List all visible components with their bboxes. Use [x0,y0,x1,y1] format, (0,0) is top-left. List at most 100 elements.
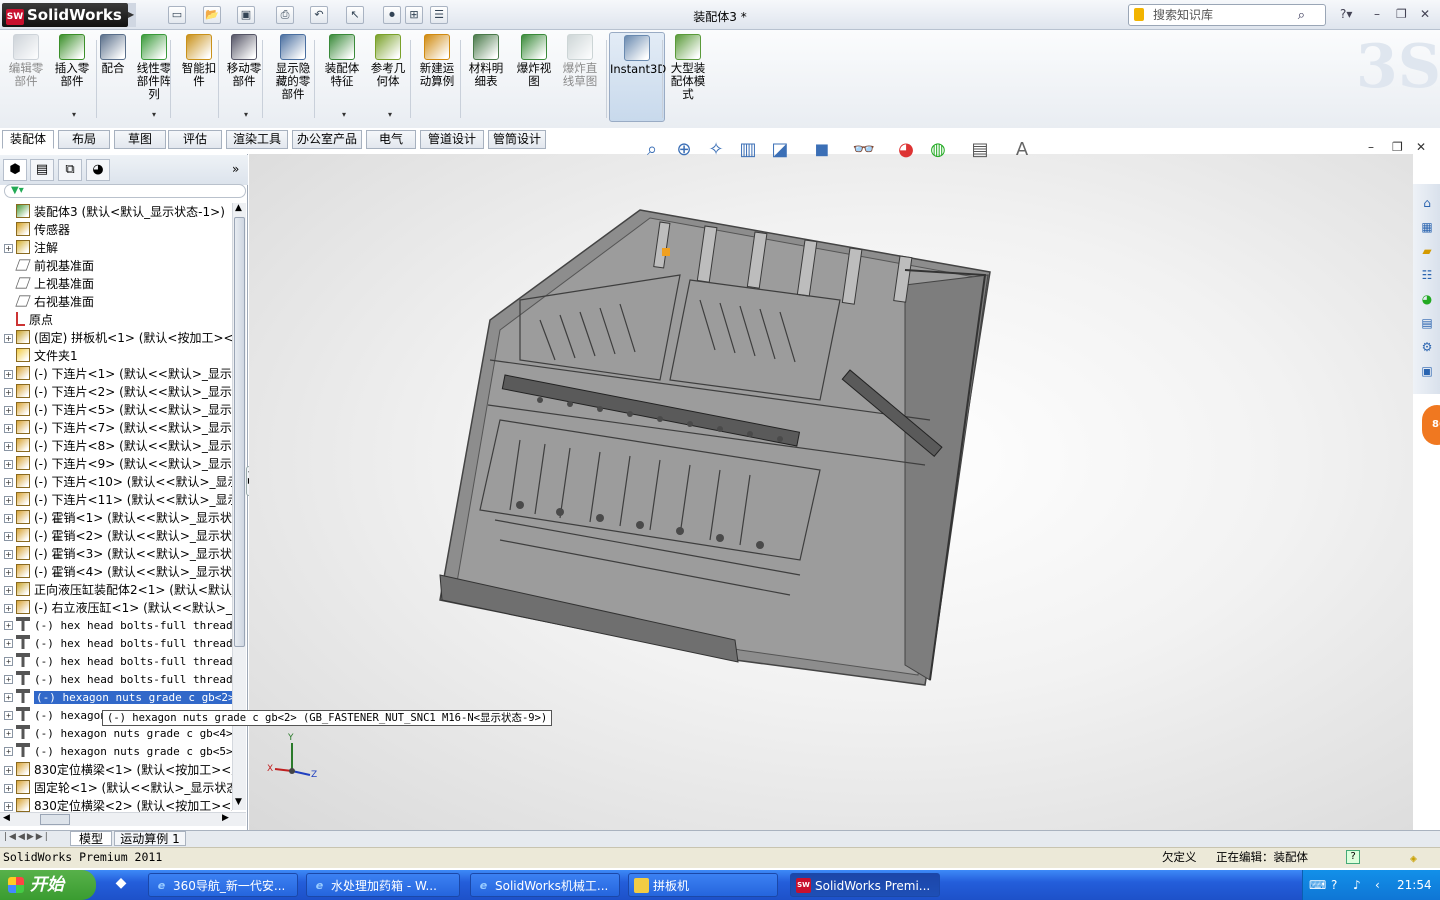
assembly-features-button[interactable]: 装配体 特征 [322,34,362,88]
edit-component-button[interactable]: 编辑零 部件 [6,34,46,88]
quick-launch-icon[interactable]: ◆ [110,875,132,895]
explode-line-sketch-button[interactable]: 爆炸直 线草图 [560,34,600,88]
file-explorer-icon[interactable]: ▰ [1417,241,1437,261]
file-properties-icon[interactable]: ⊞ [405,6,423,24]
expand-icon[interactable]: + [4,460,13,469]
expand-icon[interactable]: + [4,675,13,684]
close-icon[interactable]: ✕ [1420,7,1430,21]
hscroll-thumb[interactable] [40,814,70,825]
expand-icon[interactable]: + [4,514,13,523]
tree-item[interactable]: + 正向液压缸装配体2<1> (默认<默认_ [4,581,232,599]
mate-button[interactable]: 配合 [98,34,128,75]
solidworks-resources-icon[interactable]: ⌂ [1417,193,1437,213]
zoom-to-area-icon[interactable]: ⊕ [672,138,696,162]
tree-item[interactable]: + (-) hex head bolts-full thread gb [4,635,232,653]
start-button[interactable]: 开始 [0,870,96,900]
toolbox-icon[interactable]: ⚙ [1417,337,1437,357]
tree-item[interactable]: + (-) 下连片<9> (默认<<默认>_显示状 [4,455,232,473]
tree-item[interactable]: + (-) 下连片<1> (默认<<默认>_显示状 [4,365,232,383]
annotation-view-icon[interactable]: A [1010,138,1034,162]
expand-icon[interactable]: + [4,550,13,559]
tab-4[interactable]: 渲染工具 [226,130,288,149]
tree-item[interactable]: + (-) 霍销<1> (默认<<默认>_显示状态 [4,509,232,527]
status-tag-icon[interactable]: ◈ [1410,849,1417,868]
tab-7[interactable]: 管道设计 [420,130,484,149]
print-icon[interactable]: ⎙ [276,6,294,24]
zoom-to-fit-icon[interactable]: ⌕ [640,138,664,162]
dropdown-arrow-icon[interactable]: ▾ [152,110,156,119]
tab-5[interactable]: 办公室产品 [292,130,362,149]
tab-motion-study[interactable]: 运动算例 1 [114,831,186,846]
tree-item[interactable]: + (-) 下连片<2> (默认<<默认>_显示状 [4,383,232,401]
search-icon[interactable]: ⌕ [1298,6,1305,26]
tree-item[interactable]: + (-) hex head bolts-full thread gb [4,653,232,671]
tab-scroll-arrows-icon[interactable]: |◀◀▶▶| [4,832,50,842]
tree-item[interactable]: + (-) 下连片<8> (默认<<默认>_显示状 [4,437,232,455]
move-component-button[interactable]: 移动零 部件 [224,34,264,88]
search-input[interactable]: 搜索知识库 ⌕ [1128,4,1326,26]
expand-icon[interactable]: + [4,532,13,541]
status-help-icon[interactable]: ? [1346,850,1360,864]
tree-item[interactable]: + (-) 霍销<2> (默认<<默认>_显示状态 [4,527,232,545]
property-manager-tab-icon[interactable]: ▤ [30,159,54,181]
viewport-close-icon[interactable]: ✕ [1416,140,1426,154]
tree-item[interactable]: 原点 [4,311,232,329]
section-view-icon[interactable]: ▥ [736,138,760,162]
show-hidden-components-button[interactable]: 显示隐 藏的零 部件 [274,34,312,101]
tab-3[interactable]: 评估 [168,130,222,149]
tree-horizontal-scrollbar[interactable]: ◀ ▶ [0,812,246,826]
expand-icon[interactable]: + [4,784,13,793]
tree-item[interactable]: + 固定轮<1> (默认<<默认>_显示状态 [4,779,232,797]
tree-item[interactable]: 装配体3 (默认<默认_显示状态-1>) [4,203,232,221]
scroll-up-icon[interactable]: ▲ [235,203,242,213]
view-settings-icon[interactable]: ▤ [968,138,992,162]
tree-item[interactable]: + (-) 下连片<5> (默认<<默认>_显示状 [4,401,232,419]
design-library-icon[interactable]: ▦ [1417,217,1437,237]
appearances-icon[interactable]: ◕ [1417,289,1437,309]
tree-item[interactable]: + (-) hexagon nuts grade c gb<4> [4,725,232,743]
tree-item[interactable]: + 注解 [4,239,232,257]
exploded-view-button[interactable]: 爆炸视图 [514,34,554,88]
taskbar-item[interactable]: SW SolidWorks Premi... [790,873,940,897]
expand-icon[interactable]: + [4,496,13,505]
open-folder-icon[interactable]: 📂 [203,6,221,24]
custom-properties-icon[interactable]: ▤ [1417,313,1437,333]
scroll-down-icon[interactable]: ▼ [235,797,242,807]
insert-components-button[interactable]: 插入零 部件 [52,34,92,88]
scroll-left-icon[interactable]: ◀ [3,813,10,823]
expand-icon[interactable]: + [4,334,13,343]
expand-icon[interactable]: + [4,802,13,811]
expand-icon[interactable]: + [4,604,13,613]
keyboard-icon[interactable]: ⌨ [1309,870,1326,900]
tree-item[interactable]: 上视基准面 [4,275,232,293]
help-icon[interactable]: ?▾ [1340,7,1352,21]
rebuild-traffic-light-icon[interactable]: ⏺ [383,6,401,24]
app-logo[interactable]: SW SolidWorks [2,3,128,27]
tree-item[interactable]: 文件夹1 [4,347,232,365]
taskbar-item[interactable]: e 水处理加药箱 - W... [306,873,460,897]
tree-item[interactable]: 传感器 [4,221,232,239]
tree-item[interactable]: + (-) hex head bolts-full thread gb [4,671,232,689]
tree-item[interactable]: + (-) 右立液压缸<1> (默认<<默认>_显 [4,599,232,617]
undo-icon[interactable]: ↶ [310,6,328,24]
tree-item[interactable]: + (-) hex head bolts-full thread gb [4,617,232,635]
expand-icon[interactable]: + [4,693,13,702]
save-icon[interactable]: ▣ [237,6,255,24]
expand-icon[interactable]: + [4,711,13,720]
dropdown-arrow-icon[interactable]: ▾ [342,110,346,119]
tree-item[interactable]: + (固定) 拼板机<1> (默认<按加工>< [4,329,232,347]
tree-item[interactable]: + (-) hexagon nuts grade c gb<5> [4,743,232,761]
scroll-right-icon[interactable]: ▶ [222,813,229,823]
tree-item[interactable]: + (-) hexagon nuts grade c gb<2> [4,689,232,707]
feature-tree-tab-icon[interactable]: ⬢ [3,159,27,181]
minimize-icon[interactable]: – [1374,7,1380,21]
expand-icon[interactable]: + [4,406,13,415]
viewport-minimize-icon[interactable]: – [1368,140,1374,154]
large-assembly-mode-button[interactable]: 大型装 配体模式 [668,34,708,101]
expand-icon[interactable]: + [4,388,13,397]
expand-icon[interactable]: + [4,370,13,379]
expand-icon[interactable]: + [4,729,13,738]
expand-icon[interactable]: + [4,639,13,648]
dropdown-arrow-icon[interactable]: ▾ [244,110,248,119]
display-manager-tab-icon[interactable]: ◕ [86,159,110,181]
